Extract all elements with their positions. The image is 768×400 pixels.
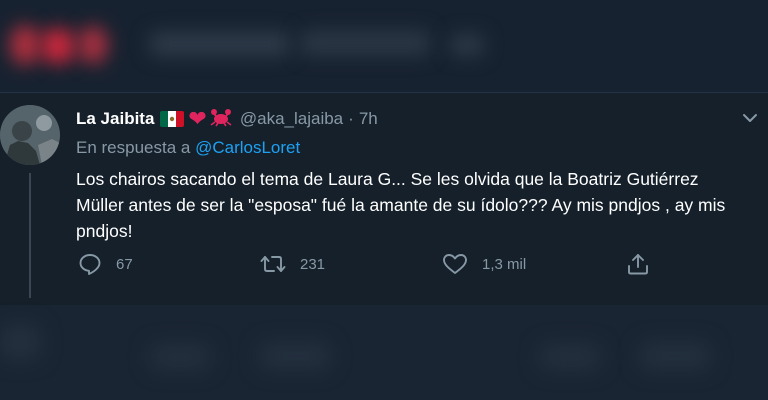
tweet-content: La Jaibita ❤ @aka_lajaiba · 7h En respue…: [76, 107, 748, 244]
separator-dot: ·: [348, 109, 354, 128]
like-heart-icon: [442, 253, 468, 275]
blurred-footer-area: [0, 305, 768, 400]
crab-emoji-icon: [210, 107, 232, 132]
tweet-actions: 67 231 1,3 mil: [76, 251, 696, 279]
thread-line: [29, 173, 31, 298]
tweet-card[interactable]: La Jaibita ❤ @aka_lajaiba · 7h En respue…: [0, 92, 768, 305]
tweet-timestamp[interactable]: 7h: [359, 109, 378, 129]
reply-context: En respuesta a @CarlosLoret: [76, 138, 748, 160]
like-count: 1,3 mil: [482, 255, 527, 273]
mexico-flag-icon: [160, 111, 185, 127]
tweet-header: La Jaibita ❤ @aka_lajaiba · 7h: [76, 107, 748, 131]
screenshot-stage: La Jaibita ❤ @aka_lajaiba · 7h En respue…: [0, 0, 768, 400]
user-handle[interactable]: @aka_lajaiba: [240, 109, 343, 129]
like-button[interactable]: 1,3 mil: [442, 251, 526, 277]
reply-icon: [78, 253, 102, 275]
reply-count: 67: [116, 255, 133, 273]
share-icon: [626, 252, 650, 276]
name-emoji: ❤: [160, 106, 232, 132]
display-name[interactable]: La Jaibita: [76, 109, 154, 129]
tweet-text: Los chairos sacando el tema de Laura G..…: [76, 169, 726, 241]
blurred-header-area: [0, 0, 768, 92]
heart-emoji-icon: ❤: [188, 106, 207, 131]
retweet-count: 231: [300, 255, 326, 273]
more-options-chevron-icon[interactable]: [740, 111, 760, 125]
retweet-icon: [260, 253, 286, 275]
avatar[interactable]: [0, 105, 60, 165]
retweet-button[interactable]: 231: [260, 251, 325, 277]
reply-prefix: En respuesta a: [76, 138, 191, 157]
reply-mention-link[interactable]: @CarlosLoret: [195, 138, 300, 157]
share-button[interactable]: [626, 251, 650, 277]
reply-button[interactable]: 67: [78, 251, 133, 277]
